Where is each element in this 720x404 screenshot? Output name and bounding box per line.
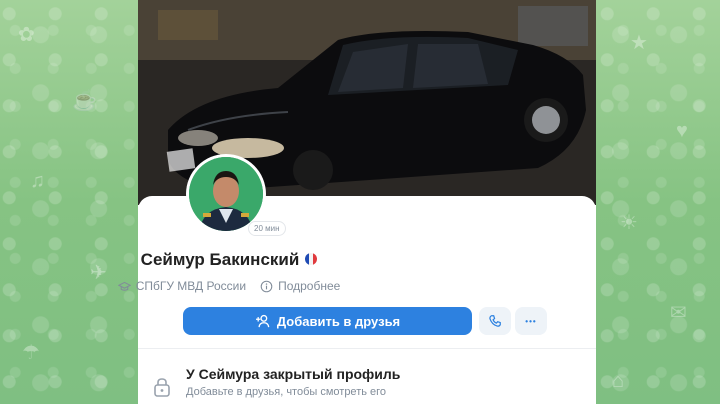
france-flag-icon [305,253,318,266]
university-label: СПбГУ МВД России [135,279,247,293]
more-dots-icon: ••• [525,316,537,326]
add-user-icon [255,314,270,328]
doodle-icon: ♥ [676,120,688,142]
add-friend-button[interactable]: Добавить в друзья [183,307,472,335]
call-button[interactable] [479,307,511,335]
doodle-icon: ☕ [72,90,97,112]
phone-icon [489,315,501,327]
profile-name-row: Сеймур Бакинский [0,250,458,270]
avatar-photo [189,157,263,231]
doodle-icon: ☀ [620,212,638,234]
closed-profile-subtitle: Добавьте в друзья, чтобы смотреть его [186,386,387,398]
graduation-cap-icon [117,281,131,291]
last-seen-badge: 20 мин [248,221,286,236]
more-info-label: Подробнее [278,279,341,293]
doodle-icon: ⌂ [612,370,625,392]
doodle-icon: ★ [630,32,648,54]
university-info[interactable]: СПбГУ МВД России [117,279,247,293]
profile-name: Сеймур Бакинский [140,250,300,269]
section-divider [138,348,596,349]
closed-profile-title: У Сеймура закрытый профиль [186,366,401,382]
more-actions-button[interactable]: ••• [515,307,547,335]
info-icon [260,280,273,292]
doodle-icon: ✿ [18,24,35,46]
lock-icon [154,378,170,397]
add-friend-label: Добавить в друзья [276,313,401,329]
more-info-link[interactable]: Подробнее [260,279,340,293]
doodle-icon: ✉ [670,302,687,324]
profile-meta: СПбГУ МВД России Подробнее [0,279,458,293]
doodle-icon: ♫ [30,170,45,192]
doodle-icon: ☂ [22,342,40,364]
